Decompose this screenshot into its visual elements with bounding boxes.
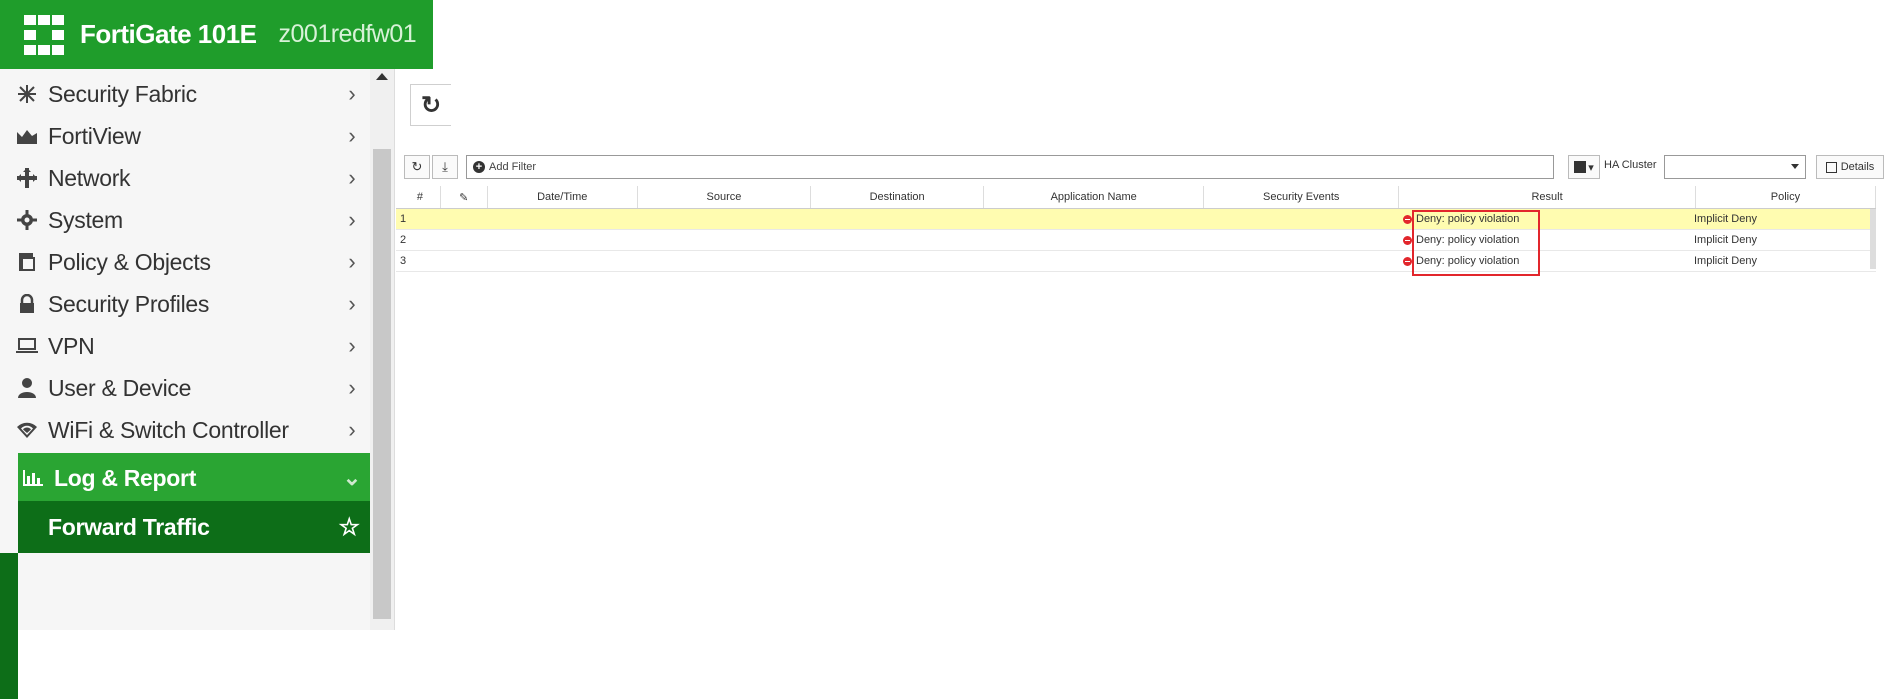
add-filter-icon: + [473,161,485,173]
policy-icon [16,251,38,273]
sidebar-scrollbar[interactable] [370,69,395,630]
laptop-icon [16,335,38,357]
ha-cluster-label: HA Cluster [1604,159,1657,171]
sidebar-item-label: Security Fabric [48,80,197,107]
refresh-icon[interactable]: ↻ [410,84,451,126]
sidebar-item-label: VPN [48,332,95,359]
sidebar-item-forward-traffic[interactable]: Forward Traffic ☆ [18,501,370,553]
table-header: # ✎ Date/Time Source Destination Applica… [396,186,1876,209]
forward-traffic-table: # ✎ Date/Time Source Destination Applica… [396,186,1876,272]
hostname: z001redfw01 [278,20,417,48]
row-number: 3 [400,255,407,267]
chevron-right-icon: › [348,375,356,400]
download-icon: ⤓ [442,159,448,174]
columns-icon [1574,161,1587,173]
deny-icon [1403,256,1412,266]
chart-icon [22,467,44,489]
column-header[interactable]: Security Events [1204,186,1400,208]
column-header[interactable]: Destination [811,186,985,208]
table-scrollbar[interactable] [1870,209,1876,269]
policy-cell: Implicit Deny [1694,213,1757,225]
row-number: 2 [400,234,407,246]
sidebar-item-wifi-switch[interactable]: WiFi & Switch Controller › [0,405,370,455]
chevron-right-icon: › [348,123,356,148]
refresh-button[interactable]: ↻ [404,155,430,179]
scroll-up-arrow-icon[interactable] [376,73,388,80]
chevron-right-icon: › [348,417,356,442]
sidebar-item-label: User & Device [48,374,192,401]
column-header[interactable]: Date/Time [488,186,638,208]
sidebar-item-label: Forward Traffic [48,513,210,540]
chevron-down-icon: ⌄ [342,465,362,490]
main-content: ↻ ↻ ⤓ + Add Filter ▾ HA Cluster Details … [396,69,1887,630]
sidebar-nav: Security Fabric › FortiView › Network › … [0,69,371,699]
ha-cluster-select[interactable] [1664,155,1806,179]
policy-cell: Implicit Deny [1694,255,1757,267]
sidebar-item-log-report[interactable]: Log & Report ⌄ [18,453,370,503]
chevron-right-icon: › [348,165,356,190]
app-header: FortiGate 101E z001redfw01 [0,0,433,69]
column-header[interactable]: Source [638,186,812,208]
deny-icon [1403,235,1412,245]
filter-input[interactable]: + Add Filter [466,155,1554,179]
deny-icon [1403,214,1412,224]
security-fabric-icon [16,83,38,105]
gear-icon [16,209,38,231]
active-section-strip [0,553,18,699]
fortinet-logo-icon [22,13,66,57]
details-button[interactable]: Details [1816,155,1884,179]
download-button[interactable]: ⤓ [432,155,458,179]
product-name: FortiGate 101E [80,19,257,49]
sidebar-item-label: Network [48,164,131,191]
chevron-right-icon: › [348,291,356,316]
column-header[interactable]: # [396,186,441,208]
chevron-right-icon: › [348,249,356,274]
network-icon [16,167,38,189]
sidebar-item-label: System [48,206,123,233]
lock-icon [16,293,38,315]
column-settings-button[interactable]: ▾ [1568,155,1600,179]
chevron-right-icon: › [348,333,356,358]
sidebar-item-label: Log & Report [54,464,197,491]
result-highlight-annotation [1412,210,1540,276]
add-filter-label: Add Filter [489,161,537,173]
sidebar-item-label: FortiView [48,122,141,149]
caret-down-icon: ▾ [1588,161,1594,174]
log-toolbar: ↻ ⤓ + Add Filter ▾ HA Cluster Details [404,155,1884,179]
fortiview-icon [16,125,38,147]
user-icon [16,377,38,399]
column-header[interactable]: Result [1399,186,1696,208]
table-row[interactable]: 3 Deny: policy violation Implicit Deny [396,251,1876,272]
policy-cell: Implicit Deny [1694,234,1757,246]
table-row[interactable]: 1 Deny: policy violation Implicit Deny [396,209,1876,230]
star-favorite-icon[interactable]: ☆ [338,513,360,542]
wifi-icon [16,419,38,441]
refresh-icon: ↻ [411,159,423,174]
sidebar-item-label: Policy & Objects [48,248,211,275]
details-panel-icon [1825,161,1837,173]
chevron-right-icon: › [348,207,356,232]
column-header[interactable]: Application Name [984,186,1205,208]
details-label: Details [1840,161,1875,173]
scrollbar-thumb[interactable] [373,149,391,619]
sidebar-item-label: WiFi & Switch Controller [48,416,289,443]
dropdown-arrow-icon [1791,164,1799,169]
table-row[interactable]: 2 Deny: policy violation Implicit Deny [396,230,1876,251]
column-header[interactable]: Policy [1696,186,1876,208]
chevron-right-icon: › [348,81,356,106]
row-number: 1 [400,213,407,225]
paperclip-icon: ✎ [459,191,469,204]
column-header-attachment[interactable]: ✎ [441,186,488,208]
sidebar-item-label: Security Profiles [48,290,210,317]
